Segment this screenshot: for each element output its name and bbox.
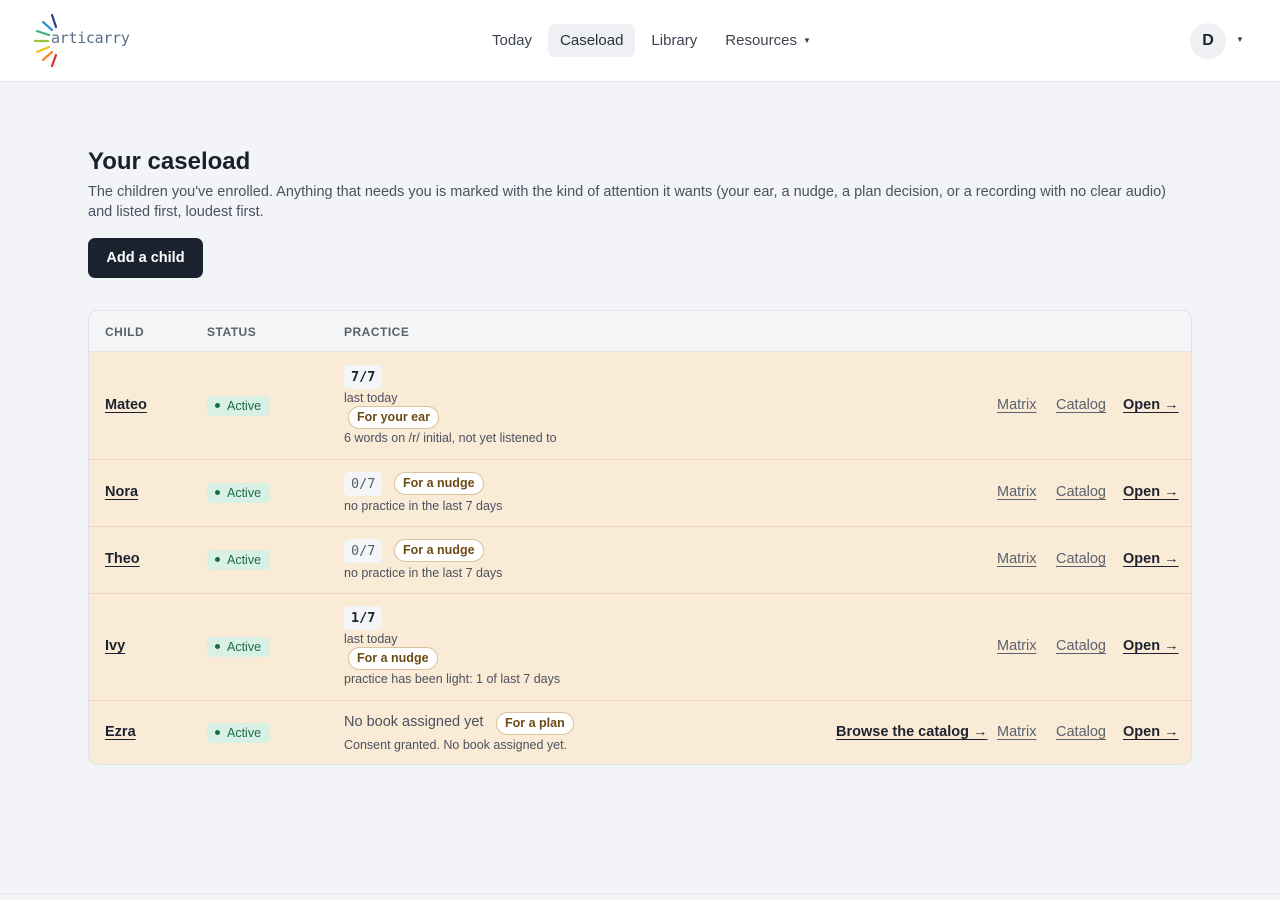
matrix-link[interactable]: Matrix xyxy=(997,397,1036,413)
add-child-button[interactable]: Add a child xyxy=(88,238,203,278)
matrix-link[interactable]: Matrix xyxy=(997,484,1036,500)
attention-tag: For a nudge xyxy=(394,472,484,495)
catalog-link[interactable]: Catalog xyxy=(1056,638,1106,654)
no-book-text: No book assigned yet xyxy=(344,714,484,730)
table-row: Ivy Active 1/7 last today For a nudge pr… xyxy=(89,594,1191,701)
status-label: Active xyxy=(227,486,262,500)
catalog-link[interactable]: Catalog xyxy=(1056,724,1106,740)
logo-text: articarry xyxy=(51,29,130,47)
open-link[interactable]: Open → xyxy=(1123,724,1179,740)
table-row: Nora Active 0/7 For a nudge no practice … xyxy=(89,460,1191,527)
practice-note: no practice in the last 7 days xyxy=(344,566,503,580)
table-row: Mateo Active 7/7 last today For your ear… xyxy=(89,352,1191,460)
attention-tag: For a nudge xyxy=(348,647,438,670)
table-header: CHILD STATUS PRACTICE xyxy=(89,311,1191,352)
table-row: Theo Active 0/7 For a nudge no practice … xyxy=(89,527,1191,594)
open-link[interactable]: Open → xyxy=(1123,484,1179,500)
attention-tag: For a plan xyxy=(496,712,574,735)
status-dot-icon xyxy=(215,557,220,562)
nav-today[interactable]: Today xyxy=(480,24,544,57)
status-label: Active xyxy=(227,640,262,654)
practice-count: 1/7 xyxy=(344,606,383,630)
browse-catalog-link[interactable]: Browse the catalog → xyxy=(836,724,987,740)
practice-note: Consent granted. No book assigned yet. xyxy=(344,738,568,752)
footer-divider xyxy=(0,893,1280,894)
matrix-link[interactable]: Matrix xyxy=(997,638,1036,654)
status-dot-icon xyxy=(215,490,220,495)
status-badge: Active xyxy=(207,550,271,570)
column-header-child: CHILD xyxy=(105,325,145,339)
caseload-table: CHILD STATUS PRACTICE Mateo Active 7/7 l… xyxy=(88,310,1192,765)
status-dot-icon xyxy=(215,644,220,649)
main-nav: Today Caseload Library Resources ▼ xyxy=(480,24,827,57)
user-menu-caret-icon[interactable]: ▼ xyxy=(1236,35,1244,44)
catalog-link[interactable]: Catalog xyxy=(1056,484,1106,500)
status-badge: Active xyxy=(207,396,271,416)
status-badge: Active xyxy=(207,723,271,743)
page-title: Your caseload xyxy=(88,148,251,175)
matrix-link[interactable]: Matrix xyxy=(997,724,1036,740)
nav-caseload[interactable]: Caseload xyxy=(548,24,636,57)
user-avatar[interactable]: D xyxy=(1190,23,1226,59)
page-description: The children you've enrolled. Anything t… xyxy=(88,184,1167,220)
nav-resources[interactable]: Resources ▼ xyxy=(713,24,823,57)
caret-down-icon: ▼ xyxy=(802,36,811,45)
open-link[interactable]: Open → xyxy=(1123,551,1179,567)
matrix-link[interactable]: Matrix xyxy=(997,551,1036,567)
status-badge: Active xyxy=(207,483,271,503)
practice-note: 6 words on /r/ initial, not yet listened… xyxy=(344,431,557,445)
nav-library[interactable]: Library xyxy=(639,24,709,57)
column-header-practice: PRACTICE xyxy=(344,325,410,339)
status-label: Active xyxy=(227,726,262,740)
attention-tag: For a nudge xyxy=(394,539,484,562)
catalog-link[interactable]: Catalog xyxy=(1056,551,1106,567)
last-practice-text: last today xyxy=(344,632,398,646)
status-badge: Active xyxy=(207,637,271,657)
status-label: Active xyxy=(227,399,262,413)
top-bar: articarry Today Caseload Library Resourc… xyxy=(0,0,1280,82)
status-label: Active xyxy=(227,553,262,567)
child-name-link[interactable]: Nora xyxy=(105,484,138,500)
child-name-link[interactable]: Ivy xyxy=(105,638,125,654)
catalog-link[interactable]: Catalog xyxy=(1056,397,1106,413)
practice-count: 0/7 xyxy=(344,472,383,496)
practice-count: 0/7 xyxy=(344,539,383,563)
table-row: Ezra Active No book assigned yet For a p… xyxy=(89,701,1191,764)
practice-note: no practice in the last 7 days xyxy=(344,499,503,513)
practice-count: 7/7 xyxy=(344,365,383,389)
nav-resources-label: Resources xyxy=(725,32,797,49)
child-name-link[interactable]: Mateo xyxy=(105,397,147,413)
open-link[interactable]: Open → xyxy=(1123,397,1179,413)
attention-tag: For your ear xyxy=(348,406,439,429)
practice-note: practice has been light: 1 of last 7 day… xyxy=(344,672,561,686)
last-practice-text: last today xyxy=(344,391,398,405)
column-header-status: STATUS xyxy=(207,325,257,339)
child-name-link[interactable]: Theo xyxy=(105,551,140,567)
child-name-link[interactable]: Ezra xyxy=(105,724,136,740)
status-dot-icon xyxy=(215,403,220,408)
status-dot-icon xyxy=(215,730,220,735)
open-link[interactable]: Open → xyxy=(1123,638,1179,654)
